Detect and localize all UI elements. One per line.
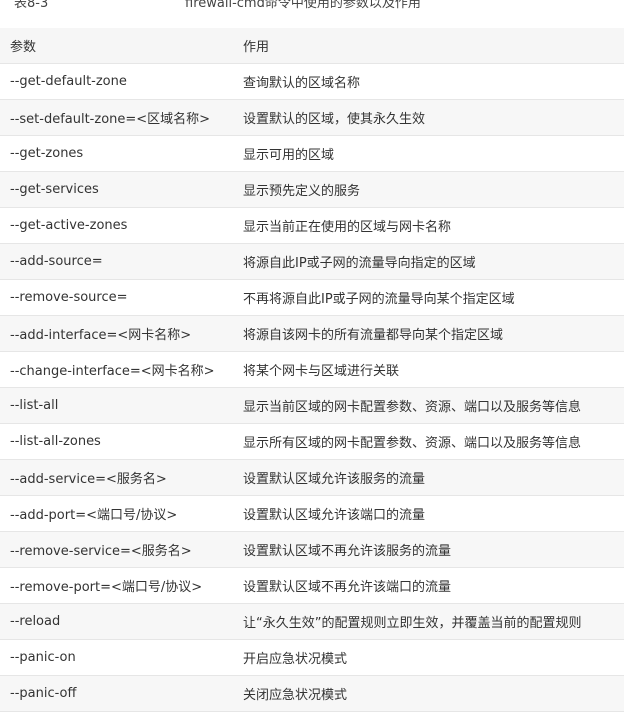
table-row: --get-default-zone 查询默认的区域名称 [0,63,624,100]
function-cell: 将某个网卡与区域进行关联 [233,351,624,388]
param-cell: --add-source= [0,243,233,280]
table-row: --get-zones 显示可用的区域 [0,135,624,172]
param-cell: --get-services [0,171,233,208]
function-cell: 将源自此IP或子网的流量导向指定的区域 [233,243,624,280]
table-row: --panic-on 开启应急状况模式 [0,639,624,676]
header-function: 作用 [233,28,624,64]
function-cell: 查询默认的区域名称 [233,63,624,100]
table-row: --remove-source= 不再将源自此IP或子网的流量导向某个指定区域 [0,279,624,316]
param-cell: --remove-port=<端口号/协议> [0,567,233,604]
parameters-table: 参数 作用 --get-default-zone 查询默认的区域名称 --set-… [0,28,624,712]
table-title: firewall-cmd命令中使用的参数以及作用 [185,0,421,11]
param-cell: --panic-on [0,639,233,676]
param-cell: --panic-off [0,675,233,712]
table-row: --add-port=<端口号/协议> 设置默认区域允许该端口的流量 [0,495,624,532]
table-row: --list-all-zones 显示所有区域的网卡配置参数、资源、端口以及服务等… [0,423,624,460]
function-cell: 将源自该网卡的所有流量都导向某个指定区域 [233,315,624,352]
function-cell: 显示当前区域的网卡配置参数、资源、端口以及服务等信息 [233,387,624,424]
param-cell: --get-zones [0,135,233,172]
function-cell: 开启应急状况模式 [233,639,624,676]
table-row: --get-services 显示预先定义的服务 [0,171,624,208]
table-row: --remove-port=<端口号/协议> 设置默认区域不再允许该端口的流量 [0,567,624,604]
table-header-row: 参数 作用 [0,28,624,64]
table-row: --remove-service=<服务名> 设置默认区域不再允许该服务的流量 [0,531,624,568]
table-row: --get-active-zones 显示当前正在使用的区域与网卡名称 [0,207,624,244]
param-cell: --get-default-zone [0,63,233,100]
table-row: --panic-off 关闭应急状况模式 [0,675,624,712]
function-cell: 显示预先定义的服务 [233,171,624,208]
function-cell: 设置默认区域不再允许该服务的流量 [233,531,624,568]
table-row: --reload 让“永久生效”的配置规则立即生效，并覆盖当前的配置规则 [0,603,624,640]
table-number: 表8-3 [14,0,49,11]
function-cell: 不再将源自此IP或子网的流量导向某个指定区域 [233,279,624,316]
table-row: --add-service=<服务名> 设置默认区域允许该服务的流量 [0,459,624,496]
function-cell: 显示所有区域的网卡配置参数、资源、端口以及服务等信息 [233,423,624,460]
function-cell: 设置默认的区域，使其永久生效 [233,99,624,136]
function-cell: 让“永久生效”的配置规则立即生效，并覆盖当前的配置规则 [233,603,624,640]
function-cell: 显示当前正在使用的区域与网卡名称 [233,207,624,244]
param-cell: --get-active-zones [0,207,233,244]
function-cell: 设置默认区域不再允许该端口的流量 [233,567,624,604]
param-cell: --remove-service=<服务名> [0,531,233,568]
header-parameter: 参数 [0,28,233,64]
param-cell: --list-all-zones [0,423,233,460]
param-cell: --add-port=<端口号/协议> [0,495,233,532]
param-cell: --add-interface=<网卡名称> [0,315,233,352]
param-cell: --list-all [0,387,233,424]
function-cell: 设置默认区域允许该端口的流量 [233,495,624,532]
table-caption: 表8-3 firewall-cmd命令中使用的参数以及作用 [0,0,624,19]
table-row: --change-interface=<网卡名称> 将某个网卡与区域进行关联 [0,351,624,388]
table-row: --set-default-zone=<区域名称> 设置默认的区域，使其永久生效 [0,99,624,136]
table-row: --add-interface=<网卡名称> 将源自该网卡的所有流量都导向某个指定… [0,315,624,352]
function-cell: 设置默认区域允许该服务的流量 [233,459,624,496]
param-cell: --add-service=<服务名> [0,459,233,496]
param-cell: --set-default-zone=<区域名称> [0,99,233,136]
function-cell: 关闭应急状况模式 [233,675,624,712]
param-cell: --remove-source= [0,279,233,316]
param-cell: --change-interface=<网卡名称> [0,351,233,388]
function-cell: 显示可用的区域 [233,135,624,172]
param-cell: --reload [0,603,233,640]
table-row: --add-source= 将源自此IP或子网的流量导向指定的区域 [0,243,624,280]
table-row: --list-all 显示当前区域的网卡配置参数、资源、端口以及服务等信息 [0,387,624,424]
